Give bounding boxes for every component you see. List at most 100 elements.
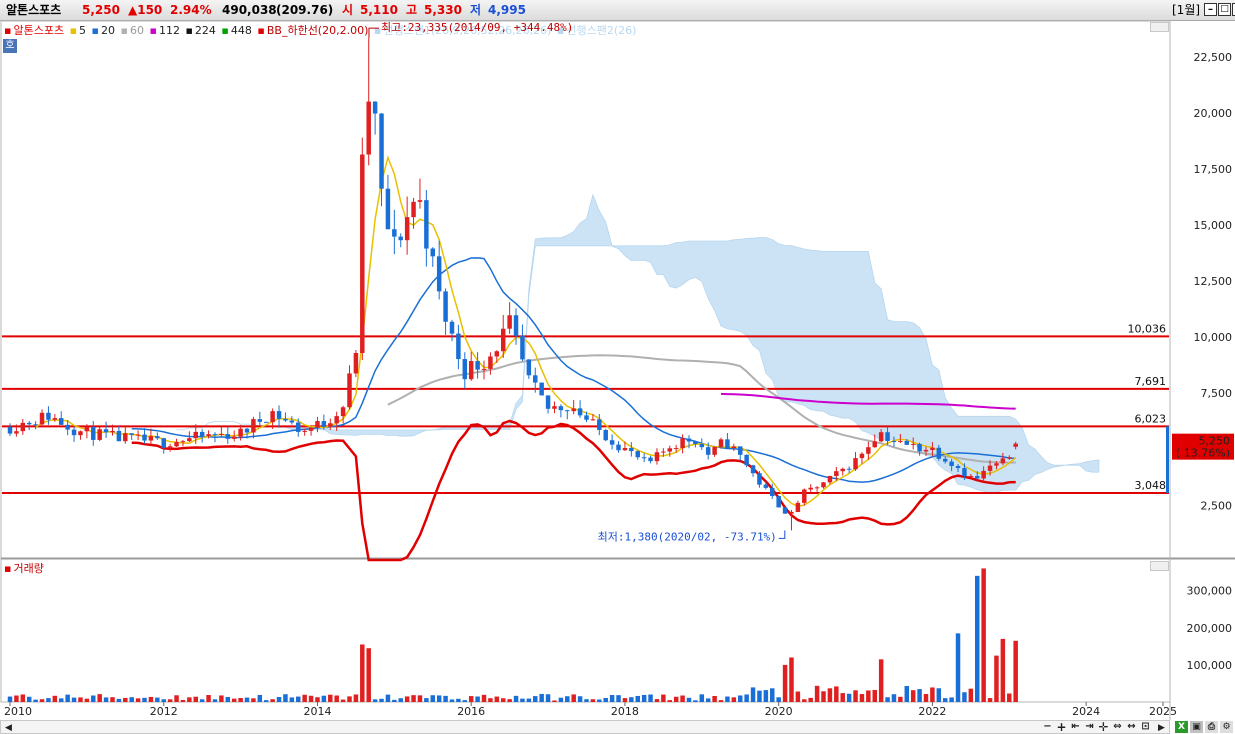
pan-left-icon[interactable]: ⇤: [1069, 721, 1082, 733]
candle-body: [135, 434, 141, 436]
volume-bar-64: [417, 695, 423, 702]
candle-body: [263, 421, 269, 423]
price-change: ▲150: [128, 3, 163, 17]
volume-bar-82: [533, 696, 538, 702]
candle-57: [372, 101, 378, 135]
candle-body: [776, 496, 781, 508]
volume-bar-120: [776, 697, 781, 702]
candle-138: [891, 436, 897, 447]
ma5-line: [35, 155, 1017, 508]
candle-44: [289, 416, 295, 425]
period-selector[interactable]: [1월]: [1172, 0, 1200, 20]
candlesticks: [7, 38, 1018, 531]
candle-body: [693, 441, 698, 445]
candle-12: [84, 424, 90, 439]
maximize-icon[interactable]: □: [1218, 3, 1231, 16]
minimize-icon[interactable]: –: [1204, 3, 1217, 16]
volume-bar-147: [949, 697, 954, 702]
volume-bar-44: [289, 697, 295, 702]
price-volume-chart: 10,036 7,691 6,023 3,048 22,500 20,000 17,500…: [0, 20, 1235, 720]
candle-7: [52, 414, 58, 422]
candle-19: [129, 433, 134, 440]
candle-40: [263, 421, 269, 423]
volume-bar-48: [315, 697, 320, 702]
candle-72: [468, 351, 474, 381]
save-icon[interactable]: ▣: [1190, 721, 1203, 733]
candle-144: [930, 441, 935, 457]
volume-panel-controls[interactable]: [1150, 561, 1169, 571]
candle-133: [859, 452, 865, 464]
zoom-in-icon[interactable]: +: [1055, 721, 1068, 733]
crosshair-icon[interactable]: ✛: [1097, 721, 1110, 733]
volume-bar-129: [834, 686, 839, 702]
candle-131: [846, 466, 852, 474]
excel-export-icon[interactable]: X: [1175, 721, 1188, 733]
candle-16: [110, 424, 115, 436]
price-tick-6: 7,500: [1201, 387, 1233, 400]
candle-25: [167, 443, 173, 452]
pan-right-icon[interactable]: ⇥: [1083, 721, 1096, 733]
candle-73: [475, 352, 480, 379]
price-tick-7: 5,000: [1201, 443, 1233, 456]
volume-bar-7: [52, 695, 58, 702]
candle-body: [834, 471, 839, 477]
horizontal-scrollbar[interactable]: [0, 720, 1170, 734]
volume-bar-57: [372, 699, 378, 702]
volume-bar-113: [731, 697, 737, 702]
scroll-left-icon[interactable]: ◀: [2, 722, 15, 734]
volume-bar-101: [654, 699, 660, 702]
level-label-0: 10,036: [1128, 322, 1167, 335]
volume-bar-63: [411, 695, 416, 702]
volume-bar-94: [609, 695, 615, 702]
shrink-icon[interactable]: ⇔: [1111, 721, 1124, 733]
volume-bar-108: [699, 694, 705, 702]
volume-bar-1: [14, 695, 19, 702]
print-icon[interactable]: ⎙: [1205, 721, 1218, 733]
volume-bar-81: [526, 698, 532, 702]
candle-body: [424, 200, 429, 249]
candle-body: [366, 101, 371, 155]
volume-bar-71: [462, 700, 468, 702]
quote-tag[interactable]: 호: [3, 39, 17, 53]
scroll-right-icon[interactable]: ▶: [1155, 722, 1168, 734]
expand-icon[interactable]: ↔: [1125, 721, 1138, 733]
price-panel-controls[interactable]: [1150, 22, 1169, 32]
candle-body: [206, 434, 211, 437]
volume-bar-95: [616, 695, 621, 702]
candle-body: [840, 468, 845, 472]
volume-bar-16: [110, 697, 115, 702]
volume-bar-12: [84, 698, 90, 702]
candle-body: [520, 335, 525, 360]
zoom-out-icon[interactable]: −: [1041, 721, 1054, 733]
volume-bar-4: [33, 699, 38, 702]
candle-body: [116, 430, 122, 442]
candle-41: [270, 408, 275, 429]
candle-136: [878, 429, 884, 443]
candle-body: [180, 441, 186, 443]
candle-5: [39, 409, 45, 426]
settings-icon[interactable]: ⚙: [1220, 721, 1233, 733]
volume-bar-88: [571, 694, 576, 702]
extreme-annotations: 최고:23,335(2014/09, +344.48%) 최저:1,380(20…: [368, 21, 786, 543]
legend-span1: 선행스팬1(26,9,26,52,26,26,26): [383, 24, 552, 37]
volume-bar-18: [123, 697, 128, 702]
candle-110: [712, 446, 717, 457]
candle-14: [97, 426, 102, 442]
candle-body: [398, 236, 403, 241]
candle-63: [411, 197, 416, 229]
candle-body: [872, 441, 877, 448]
volume-bar-58: [379, 698, 384, 702]
candle-body: [513, 315, 519, 336]
candle-46: [302, 428, 307, 436]
volume-bar-49: [321, 695, 327, 702]
candle-body: [917, 443, 922, 452]
legend-bb: BB_하한선(20,2.00): [266, 24, 369, 37]
volume-bar-84: [545, 694, 551, 702]
candle-body: [814, 487, 820, 489]
fit-icon[interactable]: ⊡: [1139, 721, 1152, 733]
stock-name[interactable]: 알톤스포츠: [6, 0, 61, 20]
candle-body: [789, 511, 794, 514]
volume-bar-41: [270, 699, 275, 702]
candle-body: [372, 101, 378, 114]
candle-body: [26, 422, 32, 425]
